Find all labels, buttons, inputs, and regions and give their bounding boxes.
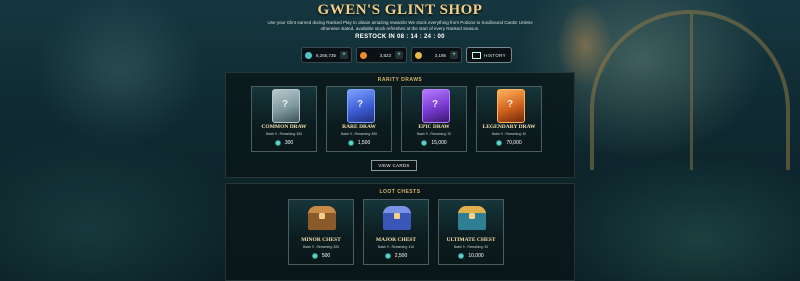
currency-potion: 3,195 +	[411, 47, 462, 63]
card-back-rare-icon: ?	[339, 89, 381, 123]
price-value: 2,500	[394, 253, 408, 259]
chest-name: ULTIMATE CHEST	[446, 237, 496, 243]
chest-batch: Batch 9 - Remaining: 30	[453, 245, 489, 249]
card-back-common-icon: ?	[264, 89, 306, 123]
card-name: EPIC DRAW	[418, 124, 450, 130]
currency-value: 6,265,735	[316, 52, 337, 58]
ultimate-chest-card[interactable]: ULTIMATE CHEST Batch 9 - Remaining: 30 1…	[438, 199, 504, 265]
price-value: 15,000	[431, 140, 447, 146]
card-back-legendary-icon: ?	[489, 89, 531, 123]
card-price: 300	[252, 140, 316, 146]
card-name: LEGENDARY DRAW	[482, 124, 536, 130]
view-cards-button[interactable]: VIEW CARDS	[371, 160, 417, 171]
minor-chest-card[interactable]: MINOR CHEST Batch 9 - Remaining: 826 500	[288, 199, 354, 265]
card-name: RARE DRAW	[342, 124, 376, 130]
rare-draw-card[interactable]: ? RARE DRAW Batch 9 - Remaining: 826 1,5…	[326, 86, 392, 152]
currency-glint: 6,265,735 +	[301, 47, 352, 63]
rarity-draws-title: RARITY DRAWS	[377, 77, 423, 83]
minor-chest-icon	[305, 204, 339, 232]
glint-crystal-icon	[496, 140, 503, 146]
glint-crystal-icon	[274, 140, 281, 146]
price-value: 70,000	[506, 140, 522, 146]
price-value: 300	[284, 140, 294, 146]
chest-price: 10,000	[439, 253, 503, 259]
glint-crystal-icon	[311, 253, 318, 259]
card-batch: Batch 9 - Remaining: 30	[416, 132, 452, 136]
loot-chests-title: LOOT CHESTS	[379, 189, 421, 195]
glint-crystal-icon	[458, 253, 465, 259]
common-draw-card[interactable]: ? COMMON DRAW Batch 9 - Remaining: 826 3…	[251, 86, 317, 152]
major-chest-icon	[380, 204, 414, 232]
chest-name: MINOR CHEST	[301, 237, 341, 243]
chest-name: MAJOR CHEST	[375, 237, 417, 243]
currency-bar: 6,265,735 + 3,823 + 3,195 + HISTORY	[301, 47, 512, 63]
price-value: 1,500	[357, 140, 371, 146]
chest-batch: Batch 9 - Remaining: 416	[378, 245, 414, 249]
chest-batch: Batch 9 - Remaining: 826	[303, 245, 339, 249]
fire-dust-icon	[360, 51, 367, 59]
currency-value: 3,195	[434, 52, 446, 58]
legendary-draw-card[interactable]: ? LEGENDARY DRAW Batch 9 - Remaining: 30…	[476, 86, 542, 152]
card-batch: Batch 9 - Remaining: 826	[266, 132, 302, 136]
card-back-epic-icon: ?	[414, 89, 456, 123]
price-value: 500	[321, 253, 331, 259]
add-currency-button[interactable]: +	[340, 51, 348, 59]
card-batch: Batch 9 - Remaining: 826	[341, 132, 377, 136]
history-icon	[472, 51, 481, 59]
card-price: 70,000	[477, 140, 541, 146]
add-currency-button[interactable]: +	[450, 51, 458, 59]
card-name: COMMON DRAW	[261, 124, 307, 130]
shop-description: Use your Glint earned during Ranked Play…	[267, 20, 533, 31]
chest-price: 500	[289, 253, 353, 259]
currency-value: 3,823	[379, 52, 391, 58]
history-label: HISTORY	[484, 52, 506, 58]
ultimate-chest-icon	[455, 204, 489, 232]
potion-icon	[415, 51, 422, 59]
card-price: 15,000	[402, 140, 466, 146]
chest-price: 2,500	[364, 253, 428, 259]
card-batch: Batch 9 - Remaining: 30	[491, 132, 527, 136]
currency-fire: 3,823 +	[356, 47, 407, 63]
major-chest-card[interactable]: MAJOR CHEST Batch 9 - Remaining: 416 2,5…	[363, 199, 429, 265]
glint-crystal-icon	[305, 51, 312, 59]
glint-crystal-icon	[384, 253, 391, 259]
restock-timer: RESTOCK IN 08 : 14 : 24 : 00	[355, 34, 445, 40]
glint-crystal-icon	[421, 140, 428, 146]
epic-draw-card[interactable]: ? EPIC DRAW Batch 9 - Remaining: 30 15,0…	[401, 86, 467, 152]
page-title: GWEN'S GLINT SHOP	[317, 2, 483, 18]
add-currency-button[interactable]: +	[395, 51, 403, 59]
card-price: 1,500	[327, 140, 391, 146]
history-button[interactable]: HISTORY	[466, 47, 512, 63]
glint-crystal-icon	[347, 140, 354, 146]
price-value: 10,000	[468, 253, 484, 259]
